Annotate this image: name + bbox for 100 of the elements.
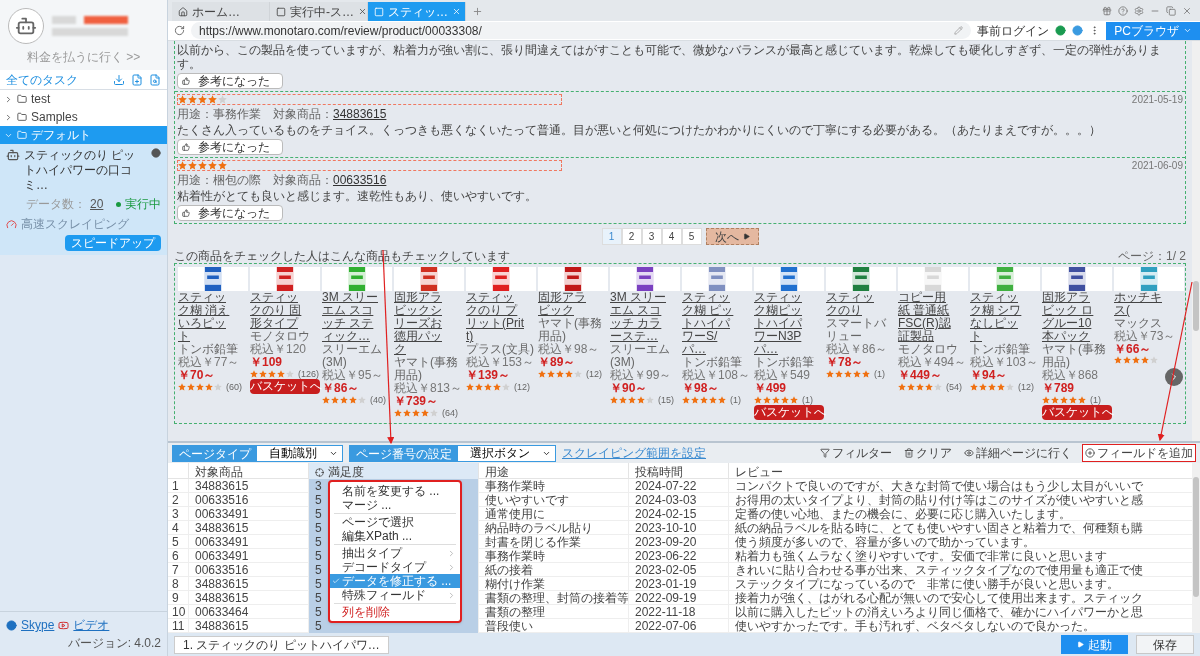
page-number-select[interactable]: ページ番号の設定 選択ボタン — [349, 444, 556, 462]
task-card[interactable]: スティックのり ピットハイパワーの口コミ… データ数： 20 実行中 高速スクレイピング スピードアップ — [0, 144, 167, 255]
gift-icon[interactable] — [1102, 5, 1112, 16]
row-number: 1 — [171, 479, 180, 494]
price: ￥109 — [250, 356, 284, 369]
browser-tab[interactable]: ホーム… — [172, 2, 270, 21]
toolbar-action[interactable]: フィールドを追加 — [1082, 444, 1196, 463]
row-number: 2 — [171, 493, 180, 508]
product-name[interactable]: スティック糊 シワなしピット — [970, 291, 1028, 343]
maker-name: ヤマト(事務用品) — [394, 356, 459, 382]
search-task-icon[interactable] — [149, 73, 161, 86]
plus-circle-icon — [1085, 448, 1095, 459]
product-name[interactable]: スティックのり 固形タイプ — [250, 291, 308, 330]
product-name[interactable]: スティック糊ピットハイパワーN3Pパ… — [754, 291, 812, 356]
table-cell: 紙の接着 — [478, 563, 628, 578]
product-name[interactable]: スティック糊 消えいろピット — [178, 291, 236, 343]
skype-link[interactable]: Skype — [21, 616, 55, 634]
new-tab-icon[interactable] — [472, 6, 483, 17]
save-button[interactable]: 保存 — [1136, 635, 1194, 655]
table-cell: 2024-02-15 — [628, 507, 728, 522]
toolbar-action[interactable]: フィルター — [818, 444, 894, 463]
table-cell: 使いやすいです — [478, 493, 628, 508]
tax-price: 税込￥494～ — [898, 356, 968, 369]
reload-icon[interactable] — [174, 25, 185, 36]
close-icon[interactable] — [1182, 5, 1192, 16]
folder-item[interactable]: Samples — [0, 108, 167, 126]
maker-name: モノタロウ — [250, 330, 311, 343]
review-count: (15) — [658, 395, 674, 405]
table-cell: 2023-09-20 — [628, 535, 728, 550]
product-name[interactable]: 3M スリーエム スコッチ スティック… — [322, 291, 380, 343]
product-name[interactable]: ホッチキス( — [1114, 291, 1172, 317]
next-button[interactable]: 次へ — [705, 228, 759, 245]
product-name[interactable]: スティックのり — [826, 291, 884, 317]
product-name[interactable]: スティックのり プリット(Pritt) — [466, 291, 524, 343]
restore-icon[interactable] — [1166, 5, 1176, 16]
row-number: 11 — [171, 619, 186, 634]
thumbs-up-icon — [182, 77, 190, 85]
browser-tab[interactable]: 実行中-ス… — [270, 2, 368, 21]
maker-name: モノタロウ — [898, 343, 959, 356]
menu-item[interactable]: 列を削除 — [330, 605, 460, 620]
star-icon — [188, 161, 197, 170]
tax-price: 税込￥99～ — [610, 369, 673, 382]
review-date: 2021-06-09 — [1131, 160, 1183, 171]
url-field[interactable]: https://www.monotaro.com/review/product/00033308/ — [191, 22, 972, 39]
maker-name: マックス — [1114, 317, 1163, 330]
edit-icon[interactable] — [954, 26, 964, 35]
next-arrow-button[interactable] — [1165, 368, 1183, 386]
review-text: 以前から、この製品を使っていますが、粘着力が強い割に、張り間違えてはがすことも可能で、微妙なバランスが最高と感じています。乾燥しても硬化しすぎず、一定の弾性があります。 — [177, 43, 1162, 71]
play-icon — [1077, 641, 1084, 649]
home-icon — [178, 6, 188, 17]
toolbar-action[interactable]: 詳細ページに行く — [962, 444, 1074, 463]
page-type-select[interactable]: ページタイプ 自動識別 — [172, 444, 343, 462]
tax-price: 税込￥868 — [1042, 369, 1100, 382]
data-count[interactable]: 20 — [90, 195, 104, 213]
table-cell: 事務作業時 — [478, 549, 628, 564]
check-icon — [332, 577, 340, 586]
product-link[interactable]: 34883615 — [333, 107, 387, 121]
product-name[interactable]: コピー用紙 普通紙 FSC(R)認証製品 — [898, 291, 956, 343]
new-task-icon[interactable] — [131, 73, 143, 86]
price: ￥89～ — [538, 356, 577, 369]
review-count: (12) — [1018, 382, 1034, 392]
helpful-button[interactable]: 参考になった — [177, 205, 283, 221]
price: ￥739～ — [394, 395, 440, 408]
review-count: (1) — [874, 369, 885, 379]
helpful-button[interactable]: 参考になった — [177, 73, 283, 89]
row-number: 10 — [171, 605, 187, 620]
caret-icon — [1183, 26, 1192, 35]
price: ￥86～ — [322, 382, 361, 395]
product-name[interactable]: 固形アラビック — [538, 291, 596, 317]
import-icon[interactable] — [113, 73, 125, 86]
scrollbar-thumb[interactable] — [1193, 477, 1199, 598]
product-link[interactable]: 00633516 — [333, 173, 387, 187]
settings-icon[interactable] — [1134, 5, 1144, 16]
stop-icon[interactable] — [151, 148, 161, 158]
folder-icon — [17, 130, 27, 140]
helpful-button[interactable]: 参考になった — [177, 139, 283, 155]
scrollbar-thumb[interactable] — [1193, 281, 1199, 331]
task-name: スティックのり ピットハイパワーの口コミ… — [24, 148, 137, 193]
version-text: バージョン: 4.0.2 — [67, 635, 161, 652]
price: ￥66～ — [1114, 343, 1153, 356]
close-icon[interactable] — [358, 7, 367, 16]
table-cell: 2024-03-03 — [628, 493, 728, 508]
toolbar-action[interactable]: クリア — [902, 444, 954, 463]
task-tab[interactable]: 1. スティックのり ピットハイパワ… — [174, 635, 389, 654]
pre-login-link[interactable]: 事前ログイン — [977, 21, 1050, 40]
target-label: 対象商品： — [273, 173, 333, 187]
avatar[interactable] — [8, 8, 44, 44]
review-count: (60) — [226, 382, 242, 392]
table-cell: 書類の整理、封筒の接着等 — [478, 591, 628, 606]
review-count: (54) — [946, 382, 962, 392]
product-name[interactable]: スティック糊 ピットハイパワーS/パ… — [682, 291, 740, 356]
product-name[interactable]: 固形アラビック ログルー10本パック — [1042, 291, 1100, 343]
video-link[interactable]: ビデオ — [73, 616, 110, 634]
column-header[interactable]: 投稿時間 — [628, 463, 728, 482]
help-icon[interactable] — [1118, 5, 1128, 16]
product-name[interactable]: 3M スリーエム スコッチ カラーステ… — [610, 291, 668, 343]
price: ￥449～ — [898, 369, 944, 382]
product-name[interactable]: 固形アラビックシリーズお徳用パック — [394, 291, 452, 356]
folder-item[interactable]: test — [0, 90, 167, 108]
folder-icon — [17, 94, 27, 104]
